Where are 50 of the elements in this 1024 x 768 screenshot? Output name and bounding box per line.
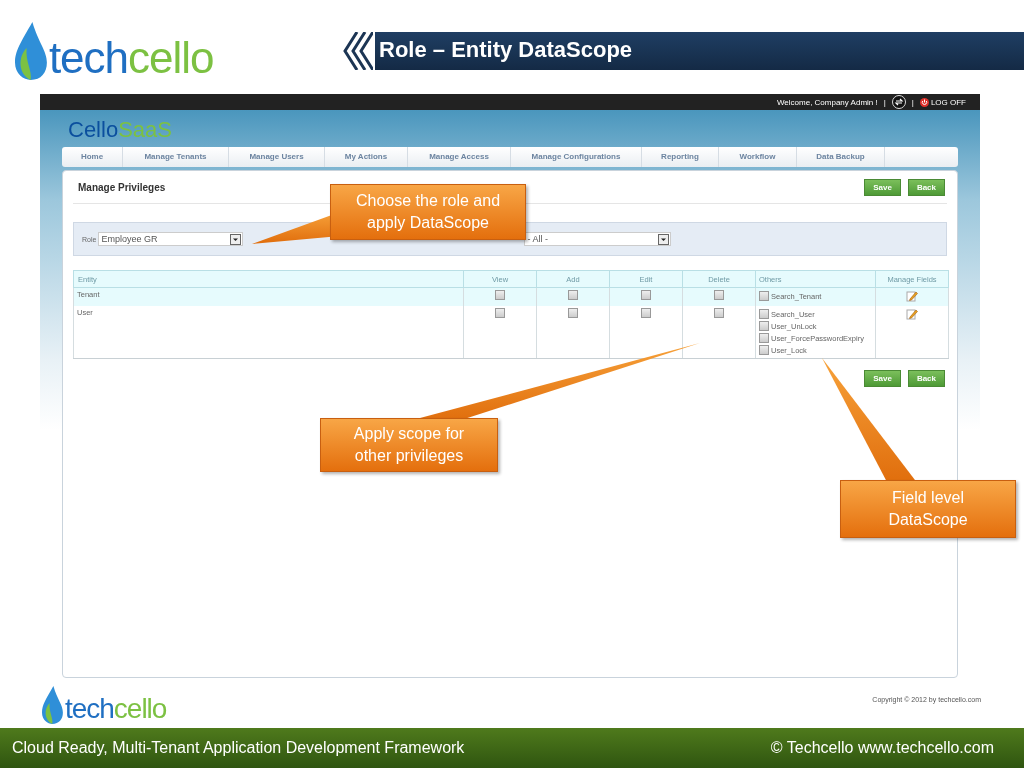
checkbox[interactable] xyxy=(568,308,578,318)
logo-text: techcello xyxy=(64,694,167,724)
logo-text: techcello xyxy=(48,36,214,80)
checkbox[interactable] xyxy=(759,309,769,319)
credit-text: © Techcello www.techcello.com xyxy=(770,739,994,757)
nav-item[interactable]: Manage Users xyxy=(229,147,325,167)
tagline: Cloud Ready, Multi-Tenant Application Development Framework xyxy=(12,739,465,757)
dropdown[interactable]: - All - xyxy=(524,232,672,246)
checkbox[interactable] xyxy=(641,290,651,300)
page-title: Manage Privileges xyxy=(78,181,166,193)
action-button[interactable]: Save xyxy=(864,178,901,196)
nav-item[interactable]: Home xyxy=(62,147,123,167)
nav-item[interactable]: Manage Access xyxy=(408,147,511,167)
nav-item[interactable]: Manage Configurations xyxy=(511,147,642,167)
slide-title: Role – Entity DataScope xyxy=(375,32,1024,70)
callout: Apply scope for other privileges xyxy=(320,418,498,472)
callout: Field level DataScope xyxy=(840,480,1016,538)
action-button[interactable]: Save xyxy=(864,370,901,387)
welcome-text: Welcome, Company Admin ! xyxy=(776,97,878,107)
chevrons-icon xyxy=(343,32,373,70)
edit-icon xyxy=(906,308,918,320)
nav-item[interactable]: Reporting xyxy=(642,147,719,167)
checkbox[interactable] xyxy=(759,291,769,301)
checkbox[interactable] xyxy=(714,308,724,318)
checkbox[interactable] xyxy=(641,308,651,318)
power-icon xyxy=(919,97,929,107)
flame-icon xyxy=(42,686,63,724)
refresh-icon xyxy=(891,95,906,109)
dropdown[interactable]: Employee GR xyxy=(98,232,244,246)
separator: | xyxy=(911,97,914,107)
app-logo: CelloSaaS xyxy=(68,118,173,142)
checkbox[interactable] xyxy=(568,290,578,300)
nav-item[interactable]: Workflow xyxy=(719,147,797,167)
nav-item[interactable]: My Actions xyxy=(325,147,408,167)
checkbox[interactable] xyxy=(495,308,505,318)
flame-icon xyxy=(15,22,47,80)
checkbox[interactable] xyxy=(759,333,769,343)
edit-icon xyxy=(906,290,918,302)
nav-item[interactable]: Data Backup xyxy=(797,147,885,167)
caret-icon xyxy=(658,233,670,245)
caret-icon xyxy=(230,233,242,245)
nav-item[interactable]: Manage Tenants xyxy=(123,147,229,167)
action-button[interactable]: Back xyxy=(907,370,945,387)
action-button[interactable]: Back xyxy=(907,178,945,196)
checkbox[interactable] xyxy=(714,290,724,300)
checkbox[interactable] xyxy=(759,345,769,355)
separator: | xyxy=(883,97,886,107)
checkbox[interactable] xyxy=(759,321,769,331)
logoff-link[interactable]: LOG OFF xyxy=(919,97,966,107)
checkbox[interactable] xyxy=(495,290,505,300)
